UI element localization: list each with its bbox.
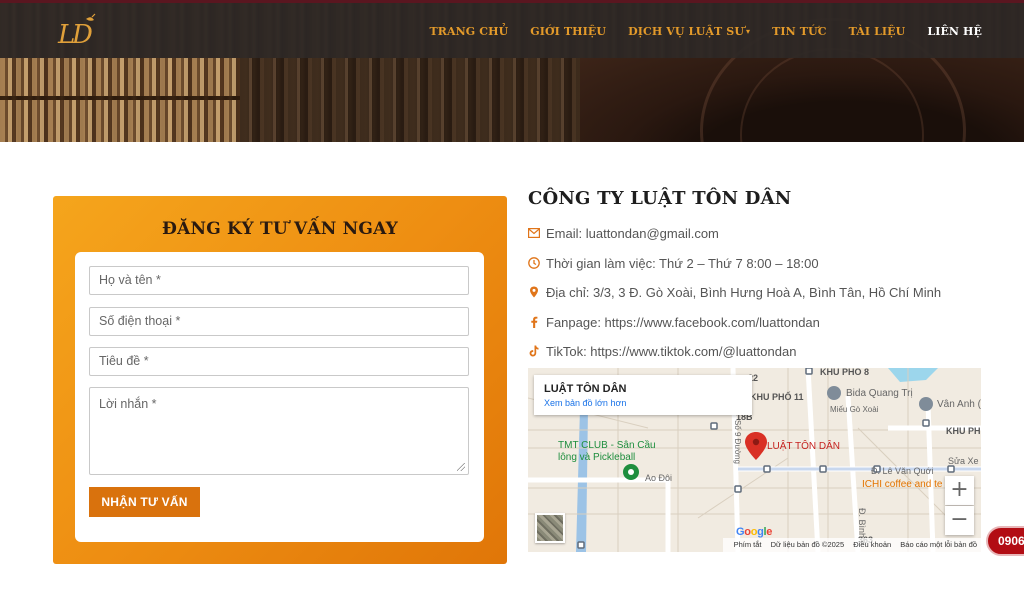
envelope-icon [528,227,540,239]
form-body: Họ và tên * Số điện thoại * Tiêu đề * Lờ… [75,252,484,542]
map-label-duong-binh: Đ. Bình [857,508,867,539]
hours-row: Thời gian làm việc: Thứ 2 – Thứ 7 8:00 –… [528,254,819,272]
company-title: CÔNG TY LUẬT TÔN DÂN [528,188,792,209]
submit-button[interactable]: NHẬN TƯ VẤN [89,487,200,517]
nav-item-about[interactable]: GIỚI THIỆU [530,25,606,38]
tiktok-text[interactable]: TikTok: https://www.tiktok.com/@luattond… [546,344,796,359]
hero-bookshelf-image [0,58,240,142]
zoom-in-button[interactable]: + [945,476,974,505]
hero-library-image [240,58,580,142]
resize-handle-icon[interactable] [457,463,465,471]
logo-icon[interactable]: L D [56,13,100,49]
google-logo: Google [736,526,772,538]
hero-arch-image [580,18,1024,142]
tiktok-row: TikTok: https://www.tiktok.com/@luattond… [528,342,796,360]
map-label-mieu: Miếu Gò Xoài [830,405,879,414]
nav-item-home[interactable]: TRANG CHỦ [429,25,508,38]
report-error-link[interactable]: Báo cáo một lỗi bản đồ [900,540,977,549]
map-label-van-anh: Vân Anh ( [937,399,981,410]
map-label-bida: Bida Quang Trị [846,388,913,399]
address-text: Địa chỉ: 3/3, 3 Đ. Gò Xoài, Bình Hưng Ho… [546,284,942,300]
map-label-le-van-quoi: Đ. Lê Văn Quới [871,466,934,476]
clock-icon [528,257,540,269]
phone-field[interactable]: Số điện thoại * [89,307,469,336]
zoom-out-button[interactable]: − [945,506,974,535]
name-field[interactable]: Họ và tên * [89,266,469,295]
map-label-tmt-club: TMT CLUB - Sân Cầu [558,440,656,451]
google-letter-e: e [766,526,773,538]
top-navigation-bar: L D TRANG CHỦ GIỚI THIỆU DỊCH VỤ LUẬT SƯ… [0,0,1024,58]
form-title: ĐĂNG KÝ TƯ VẤN NGAY [162,219,398,239]
email-row: Email: luattondan@gmail.com [528,224,719,242]
view-larger-map-link[interactable]: Xem bản đồ lớn hơn [544,398,626,408]
nav-item-news[interactable]: TIN TỨC [772,25,826,38]
fanpage-text[interactable]: Fanpage: https://www.facebook.com/luatto… [546,315,820,330]
email-text[interactable]: Email: luattondan@gmail.com [546,226,719,241]
main-nav: TRANG CHỦ GIỚI THIỆU DỊCH VỤ LUẬT SƯ ▾ TI… [407,25,982,38]
embedded-map[interactable]: KHU PHỐ 8 KHU PHỐ 11 KHU PH Bida Quang T… [528,368,981,552]
terms-link[interactable]: Điều khoản [853,540,891,549]
satellite-view-toggle[interactable] [535,513,565,543]
fanpage-row: Fanpage: https://www.facebook.com/luatto… [528,313,820,331]
map-label-ao-doi: Ao Đôi [645,473,673,483]
map-label-pin: LUẬT TÔN DÂN [767,441,840,452]
map-label-ichi: ICHI coffee and te [862,479,943,490]
nav-item-contact[interactable]: LIÊN HỆ [927,25,982,38]
map-label-tmt-club-2: lông và Pickleball [558,452,636,463]
message-field[interactable]: Lời nhắn * [89,387,469,475]
subject-field[interactable]: Tiêu đề * [89,347,469,376]
map-label-khu-pho-8: KHU PHỐ 8 [820,368,870,377]
consultation-form-card: ĐĂNG KÝ TƯ VẤN NGAY Họ và tên * Số điện … [53,196,507,564]
map-label-khu-pho: KHU PH [946,426,981,436]
map-label-khu-pho-11: KHU PHỐ 11 [750,392,804,402]
map-place-title: LUẬT TÔN DÂN [544,383,627,395]
svg-text:D: D [71,20,93,49]
tiktok-icon [528,345,540,357]
keyboard-shortcuts-link[interactable]: Phím tắt [734,540,762,549]
map-place-card: LUẬT TÔN DÂN Xem bản đồ lớn hơn [534,375,752,415]
floating-phone-button[interactable]: 0906 [986,526,1024,556]
map-label-so-9: Số 9 Đường [733,420,742,464]
map-footer: Phím tắt Dữ liệu bản đồ ©2025 Điều khoản… [722,538,981,552]
message-placeholder: Lời nhắn * [99,397,157,411]
map-data-credit: Dữ liệu bản đồ ©2025 [770,540,845,549]
nav-item-services[interactable]: DỊCH VỤ LUẬT SƯ ▾ [628,25,750,38]
hours-text: Thời gian làm việc: Thứ 2 – Thứ 7 8:00 –… [546,255,819,271]
facebook-icon [528,316,540,328]
map-label-sua-xe: Sửa Xe [948,456,979,466]
nav-item-services-label: DỊCH VỤ LUẬT SƯ [628,25,745,38]
chevron-down-icon: ▾ [746,26,751,36]
nav-item-documents[interactable]: TÀI LIỆU [849,25,906,38]
map-pin-icon [528,286,540,298]
address-row: Địa chỉ: 3/3, 3 Đ. Gò Xoài, Bình Hưng Ho… [528,283,941,301]
